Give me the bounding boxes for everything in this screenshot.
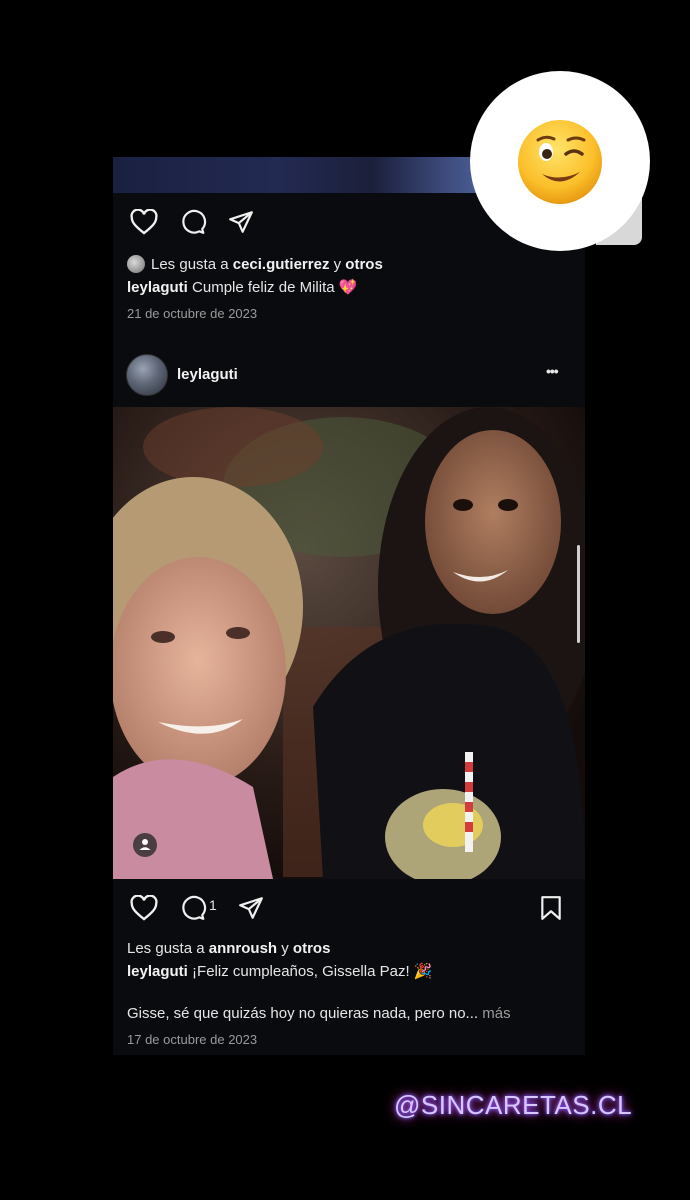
post2-likes-line: Les gusta a annroush y otros (127, 940, 330, 957)
post1-likes-line: Les gusta a ceci.gutierrez y otros (127, 255, 383, 273)
caption-username[interactable]: leylaguti (127, 279, 188, 296)
likes-prefix: Les gusta a (151, 256, 229, 273)
post2-date: 17 de octubre de 2023 (127, 1032, 258, 1047)
post2-username[interactable]: leylaguti (177, 366, 238, 383)
comment-count: 1 (209, 897, 217, 913)
likes-and: y (333, 256, 342, 273)
winking-face-icon (518, 120, 602, 204)
scrollbar[interactable] (577, 545, 580, 643)
heart-icon[interactable] (130, 209, 158, 235)
likes-others[interactable]: otros (345, 256, 383, 273)
post2-action-bar: 1 (113, 887, 585, 927)
share-icon[interactable] (237, 895, 265, 921)
likes-prefix: Les gusta a (127, 940, 205, 957)
tag-people-icon[interactable] (133, 833, 157, 857)
liker-username[interactable]: ceci.gutierrez (233, 256, 330, 273)
instagram-screen: Les gusta a ceci.gutierrez y otros leyla… (113, 157, 585, 1055)
share-icon[interactable] (227, 209, 255, 235)
caption-text: Cumple feliz de Milita 💖 (192, 279, 358, 296)
comment-icon[interactable] (179, 895, 207, 921)
more-icon[interactable]: ••• (546, 363, 559, 379)
post1-caption: leylaguti Cumple feliz de Milita 💖 (127, 278, 357, 296)
comment-icon[interactable] (179, 209, 207, 235)
selfie-image (113, 407, 585, 879)
bookmark-icon[interactable] (539, 895, 563, 921)
post1-date: 21 de octubre de 2023 (127, 306, 258, 321)
post-photo[interactable] (113, 407, 585, 879)
watermark: @SINCARETAS.CL (394, 1090, 633, 1120)
heart-icon[interactable] (130, 895, 158, 921)
more-link[interactable]: más (482, 1005, 510, 1022)
avatar[interactable] (126, 354, 168, 396)
caption-text: ¡Feliz cumpleaños, Gissella Paz! 🎉 (192, 963, 433, 980)
caption-username[interactable]: leylaguti (127, 963, 188, 980)
liker-username[interactable]: annroush (209, 940, 277, 957)
likes-and: y (281, 940, 289, 957)
post2-caption-more: Gisse, sé que quizás hoy no quieras nada… (127, 1005, 511, 1022)
post2-caption: leylaguti ¡Feliz cumpleaños, Gissella Pa… (127, 962, 432, 980)
likes-others[interactable]: otros (293, 940, 331, 957)
liker-avatar (127, 255, 145, 273)
caption-continuation: Gisse, sé que quizás hoy no quieras nada… (127, 1005, 479, 1022)
